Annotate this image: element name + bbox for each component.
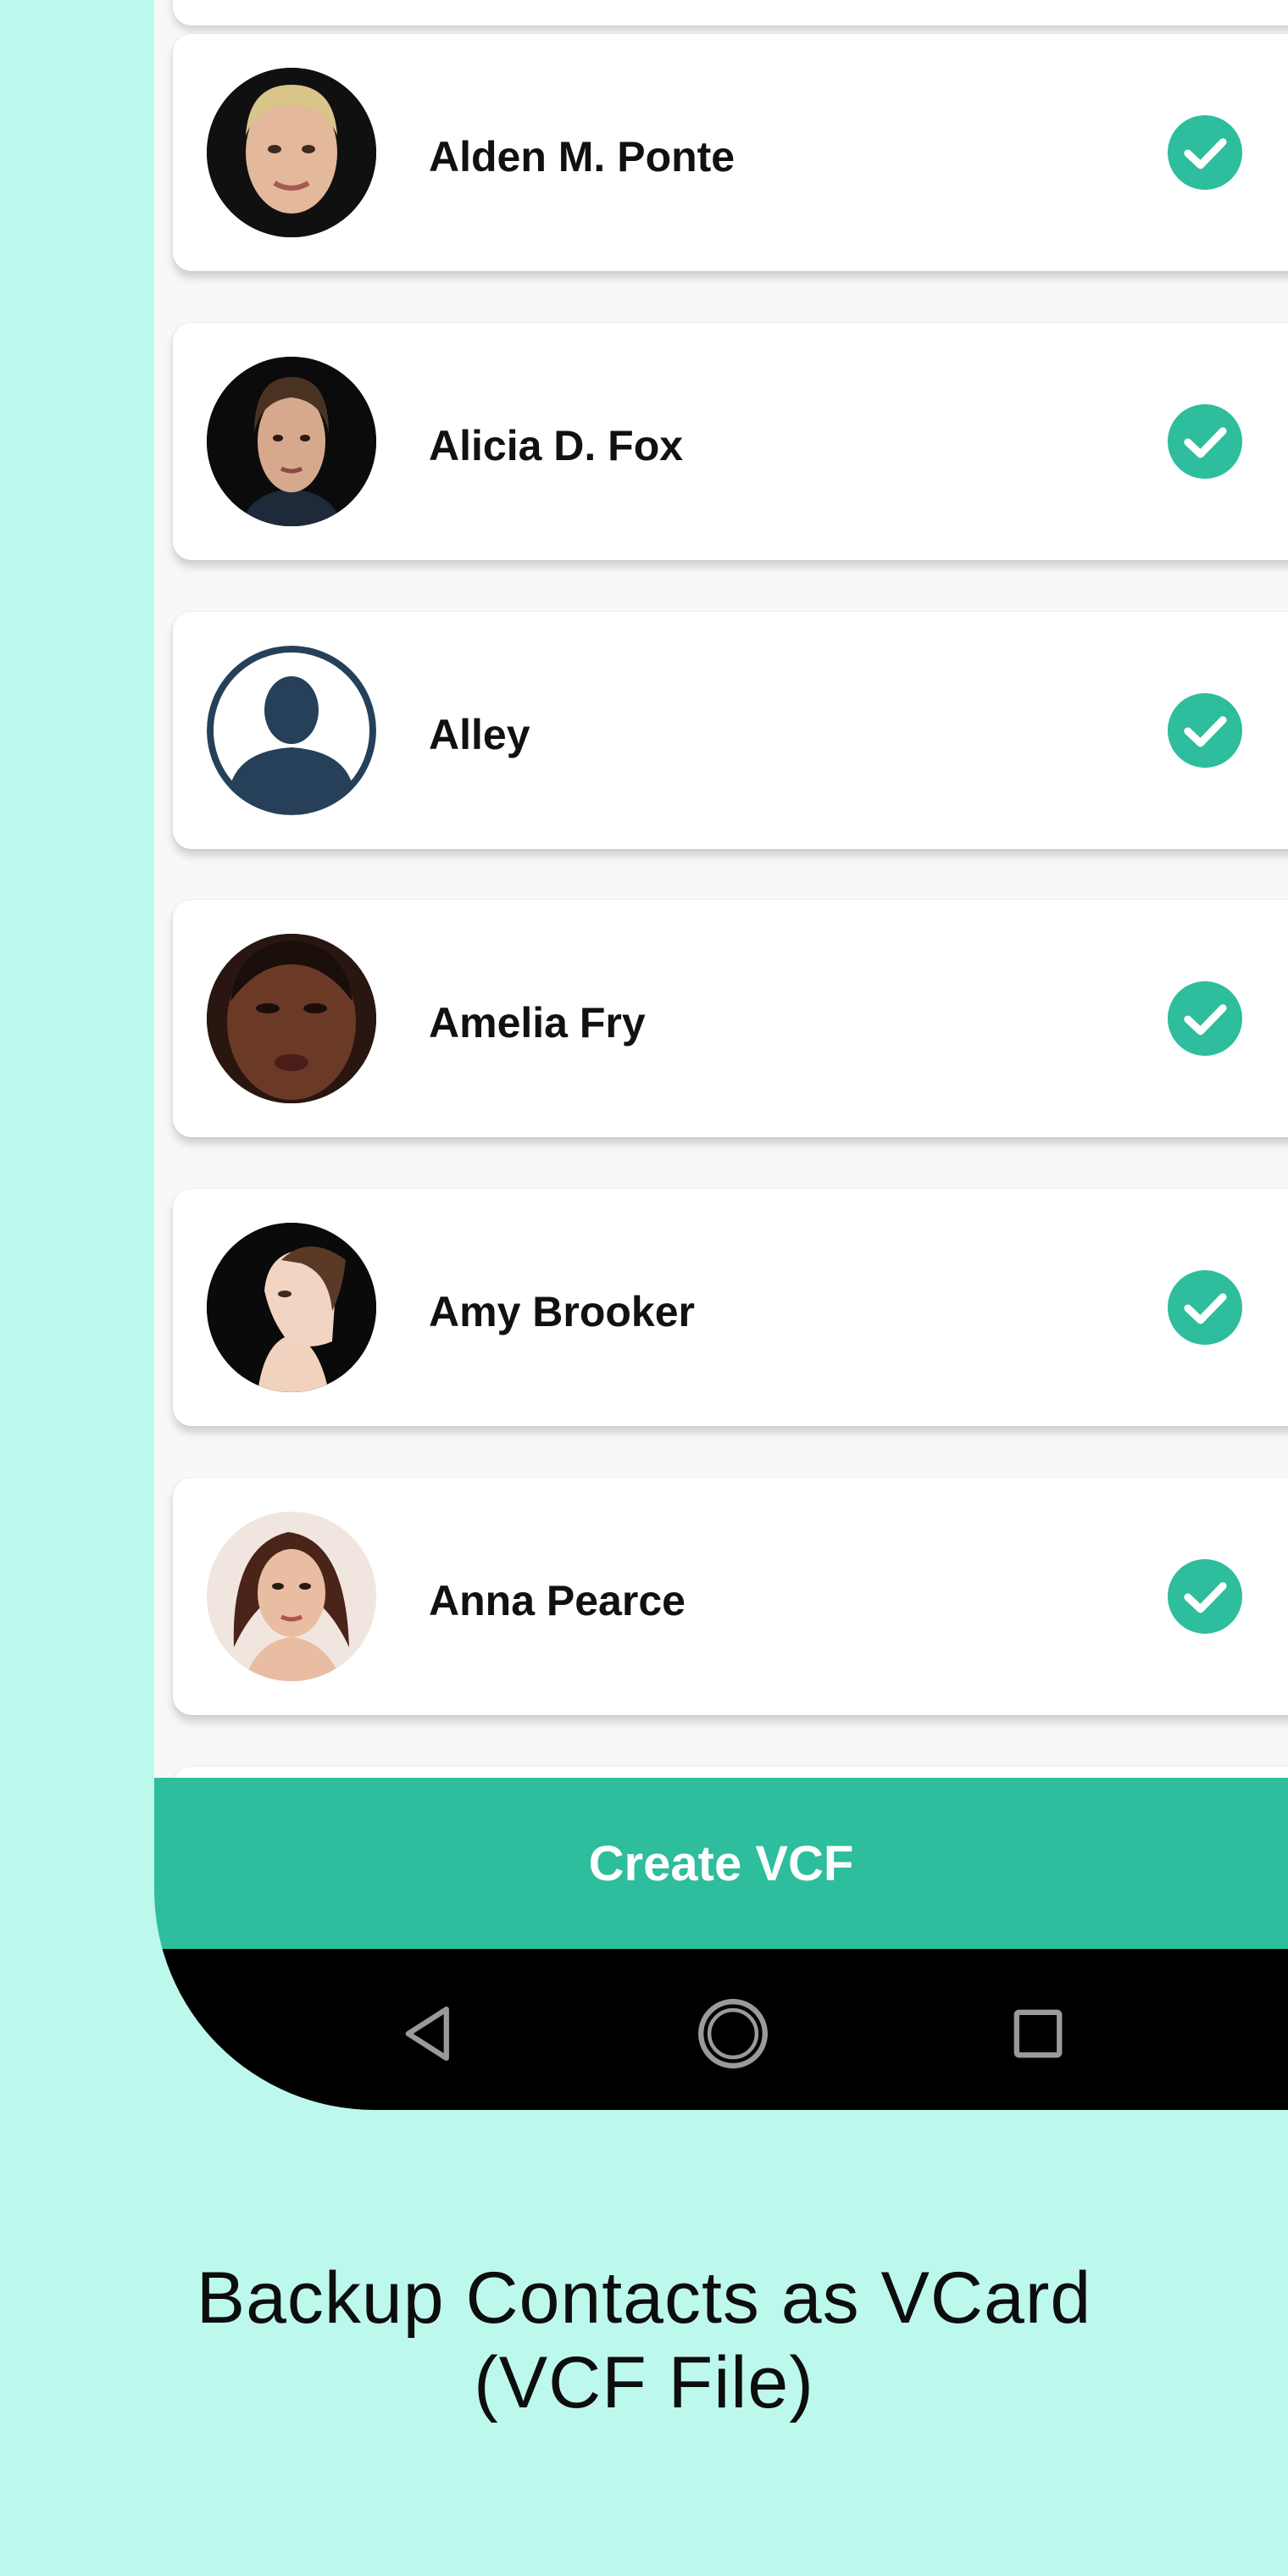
avatar (207, 1223, 376, 1392)
home-circle-icon[interactable] (695, 1996, 771, 2072)
create-vcf-button[interactable]: Create VCF (154, 1778, 1288, 1949)
contact-name: Alden M. Ponte (429, 133, 736, 180)
caption-line-2: (VCF File) (474, 2342, 814, 2423)
avatar (207, 68, 376, 237)
recents-square-icon[interactable] (1000, 1996, 1076, 2072)
back-triangle-icon[interactable] (391, 1996, 468, 2072)
contact-name: Anna Pearce (429, 1577, 686, 1624)
avatar-photo-icon (207, 1223, 376, 1392)
avatar (207, 1512, 376, 1681)
caption-line-1: Backup Contacts as VCard (196, 2257, 1092, 2339)
avatar-photo-icon (207, 1512, 376, 1681)
system-navigation-bar (154, 1949, 1288, 2110)
check-circle-icon[interactable] (1168, 115, 1242, 190)
check-circle-icon[interactable] (1168, 1270, 1242, 1345)
contact-card-anna[interactable]: Anna Pearce (173, 1478, 1288, 1715)
contact-card-amelia[interactable]: Amelia Fry (173, 900, 1288, 1137)
check-circle-icon[interactable] (1168, 1559, 1242, 1634)
avatar-photo-icon (207, 357, 376, 526)
contact-card-alicia[interactable]: Alicia D. Fox (173, 323, 1288, 560)
avatar (207, 934, 376, 1103)
contact-card-alden[interactable]: Alden M. Ponte (173, 34, 1288, 271)
avatar-photo-icon (207, 68, 376, 237)
promo-caption: Backup Contacts as VCard (VCF File) (0, 2256, 1288, 2425)
check-circle-icon[interactable] (1168, 981, 1242, 1056)
contact-name: Amy Brooker (429, 1288, 695, 1335)
check-circle-icon[interactable] (1168, 404, 1242, 479)
avatar (207, 357, 376, 526)
partial-contact-card[interactable] (173, 0, 1288, 25)
contact-name: Alicia D. Fox (429, 422, 684, 469)
contact-name: Amelia Fry (429, 999, 646, 1046)
contact-card-alley[interactable]: Alley (173, 612, 1288, 849)
contact-card-amy[interactable]: Amy Brooker (173, 1189, 1288, 1426)
check-circle-icon[interactable] (1168, 693, 1242, 768)
contact-list: Alden M. Ponte Alicia D. Fox Alley Ameli… (154, 0, 1288, 1779)
avatar (207, 646, 376, 815)
default-person-icon (207, 646, 376, 815)
contact-name: Alley (429, 711, 530, 758)
phone-screen: Alden M. Ponte Alicia D. Fox Alley Ameli… (154, 0, 1288, 2110)
avatar-photo-icon (207, 934, 376, 1103)
